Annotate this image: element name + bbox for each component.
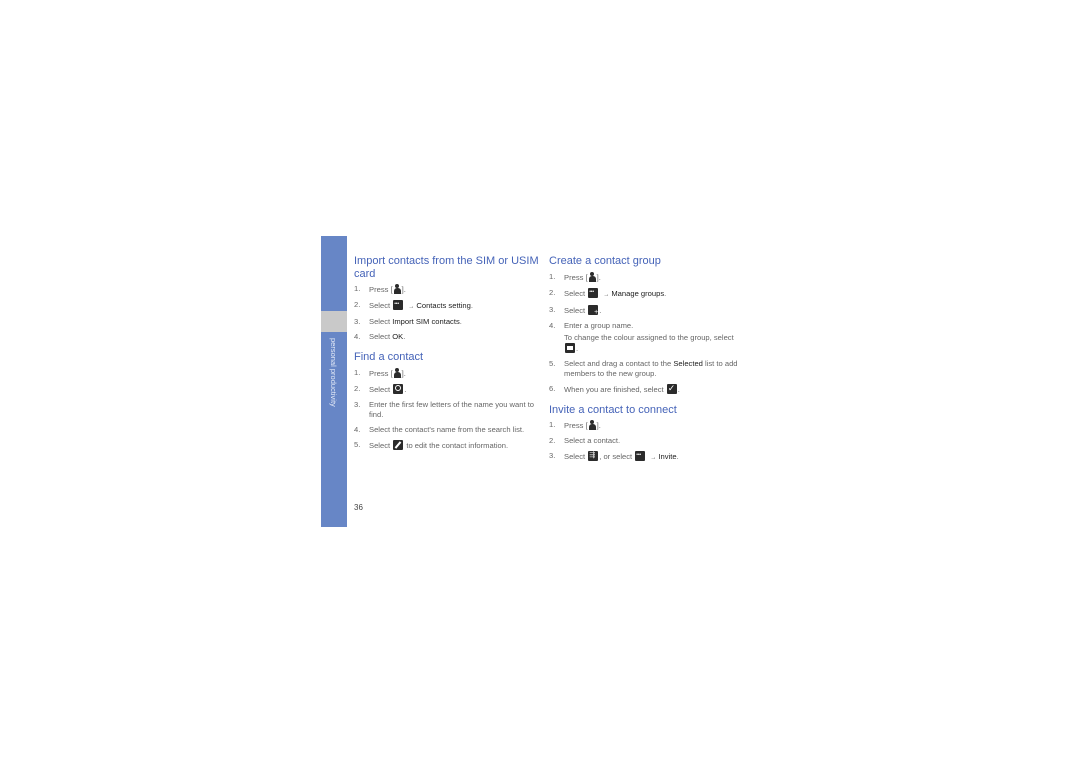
step: 1. Press [].: [354, 284, 406, 294]
step: 2.Select →Contacts setting.: [354, 299, 544, 312]
step: 4. Select the contact's name from the sea…: [354, 424, 525, 434]
contacts-icon: [588, 271, 596, 282]
contacts-icon: [588, 420, 596, 430]
step: 3.Select .: [549, 304, 739, 317]
chapter-label: personal productivity: [329, 338, 338, 407]
step: 1. Press [].: [354, 367, 406, 378]
step: 1. Press [].: [549, 271, 601, 282]
invite-icon: [588, 450, 599, 461]
edit-icon: [393, 439, 404, 450]
add-group-icon: [588, 304, 599, 317]
more-options-icon: [393, 299, 404, 310]
steps-group: 1.Press []. 2.Select →Manage groups. 3.S…: [549, 271, 739, 395]
steps-import: 1.Press []. 2.Select →Contacts setting. …: [354, 284, 544, 342]
step: 1. Press [].: [549, 420, 601, 430]
arrow-icon: →: [603, 291, 610, 298]
step: 3.Select , or select →Invite.: [549, 450, 739, 463]
chapter-indicator-block: [321, 311, 347, 332]
left-column: Import contacts from the SIM or USIM car…: [354, 255, 544, 456]
search-icon: [393, 383, 404, 394]
steps-find: 1. Press []. 2. Select . 3. Enter the first…: [354, 367, 544, 451]
checkmark-icon: [666, 383, 677, 394]
step: 4. Enter a group name. To change the colou…: [549, 321, 739, 354]
contacts-icon: [393, 284, 401, 294]
steps-invite: 1. Press []. 2. Select a contact. 3. Select…: [549, 420, 739, 463]
arrow-icon: →: [650, 455, 657, 461]
colour-icon: [565, 342, 575, 353]
step: 5. Select and drag a contact to the Selec…: [549, 358, 738, 378]
contacts-icon: [393, 367, 401, 378]
step: 6.When you are finished, select .: [549, 383, 739, 395]
arrow-icon: →: [408, 304, 415, 310]
section-title-find: Find a contact: [354, 351, 424, 363]
step: 3. Enter the first few letters of the nam…: [354, 399, 535, 419]
step: 2.Select →Manage groups.: [549, 287, 739, 300]
section-title-import: Import contacts from the SIM or USIM car…: [354, 255, 539, 280]
step: 5. Select to edit the contact information…: [354, 439, 509, 450]
step-note: To change the colour assigned to the gro…: [564, 332, 734, 353]
section-title-invite: Invite a contact to connect: [549, 403, 677, 416]
more-options-icon: [635, 450, 646, 461]
step: 2. Select .: [354, 383, 407, 394]
page-number: 36: [354, 503, 363, 512]
section-title-group: Create a contact group: [549, 255, 661, 267]
chapter-sidebar-tab: personal productivity: [321, 236, 347, 527]
more-options-icon: [588, 287, 599, 298]
step: 2. Select a contact.: [549, 436, 621, 445]
step: 4. Select OK.: [354, 332, 406, 341]
step: 3. Select Import SIM contacts.: [354, 317, 462, 326]
right-column: Create a contact group 1. Press []. 2. Sel…: [549, 255, 739, 468]
